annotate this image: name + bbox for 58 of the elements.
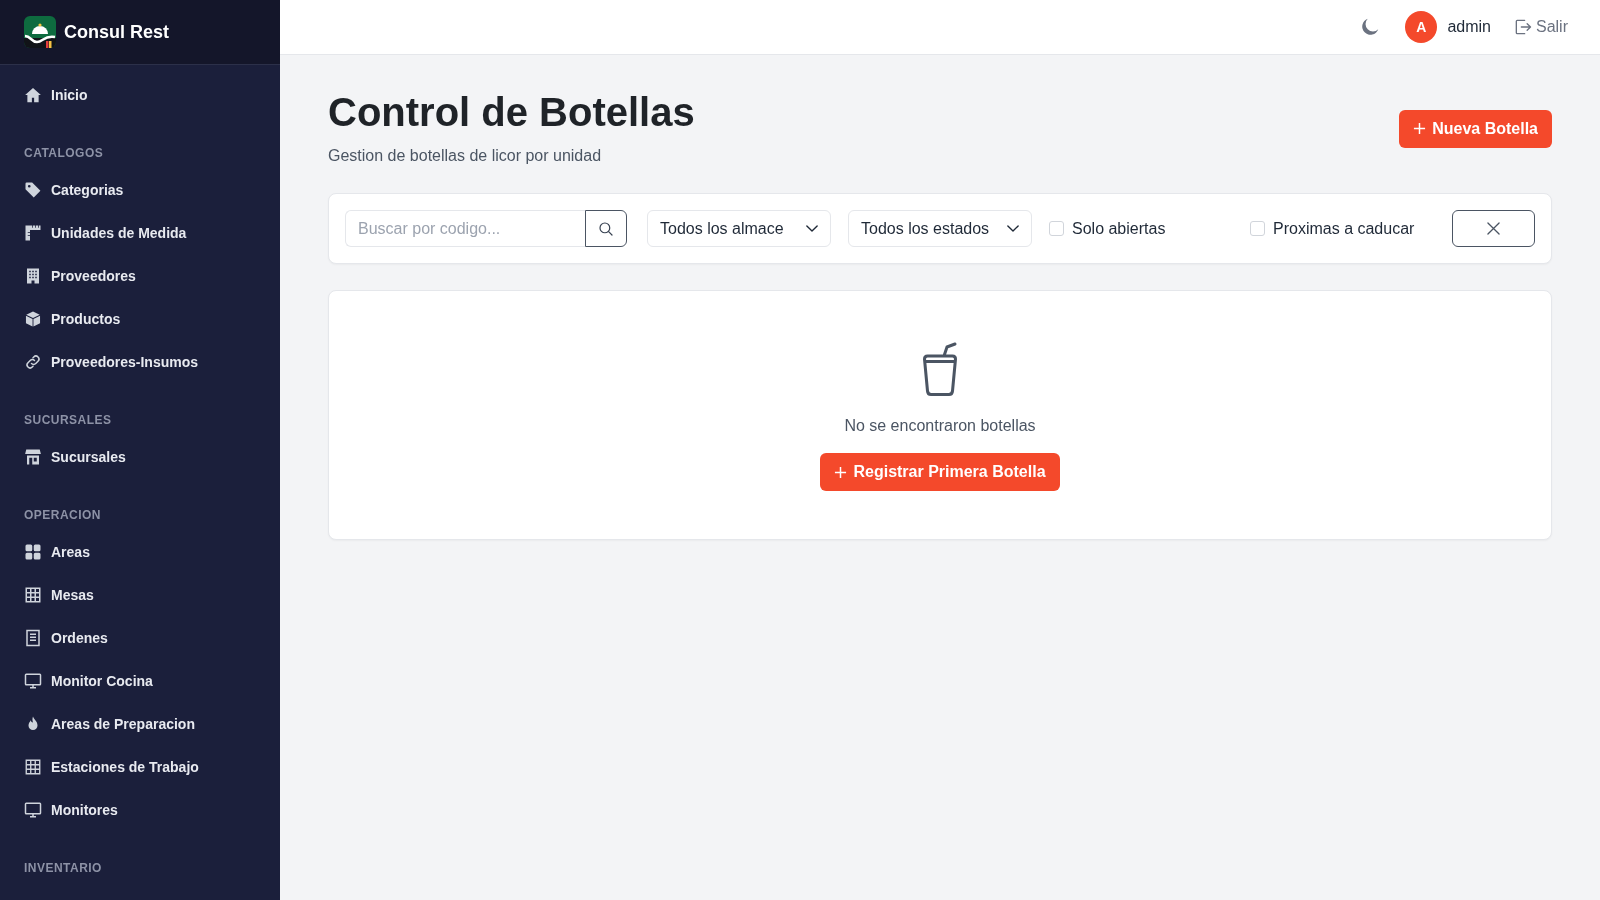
sidebar-item[interactable]: Mesas xyxy=(0,573,280,617)
sidebar-item[interactable]: Estaciones de Trabajo xyxy=(0,745,280,789)
sidebar-item[interactable]: Areas de Preparacion xyxy=(0,702,280,746)
empty-state-message: No se encontraron botellas xyxy=(844,416,1036,436)
sidebar-item[interactable]: Proveedores-Insumos xyxy=(0,340,280,384)
plus-icon xyxy=(834,465,848,479)
select-dropdown[interactable]: Todos los almace xyxy=(647,210,831,247)
checkbox[interactable] xyxy=(1049,221,1064,236)
user-name: admin xyxy=(1447,18,1491,36)
table-icon xyxy=(24,586,42,604)
page-subtitle: Gestion de botellas de licor por unidad xyxy=(328,146,603,166)
sidebar-item[interactable]: Monitores xyxy=(0,788,280,832)
sidebar-item[interactable]: Monitor Cocina xyxy=(0,659,280,703)
link-icon xyxy=(24,353,42,371)
checkbox[interactable] xyxy=(1250,221,1265,236)
page-title: Control de Botellas xyxy=(328,90,695,134)
store-icon xyxy=(24,448,42,466)
register-first-bottle-button[interactable]: Registrar Primera Botella xyxy=(820,453,1060,491)
checkbox-label: Solo abiertas xyxy=(1072,219,1166,238)
sidebar-item[interactable]: Areas xyxy=(0,530,280,574)
tag-icon xyxy=(24,181,42,199)
new-bottle-button[interactable]: Nueva Botella xyxy=(1399,109,1552,148)
squares-icon xyxy=(24,543,42,561)
checkbox-label: Proximas a caducar xyxy=(1273,219,1415,238)
grid-icon xyxy=(24,758,42,776)
section-heading: SUCURSALES xyxy=(23,412,113,428)
chevron-down-icon xyxy=(1007,225,1019,232)
box-icon xyxy=(24,310,42,328)
sidebar-item[interactable]: Inicio xyxy=(0,73,280,117)
sidebar-item[interactable]: Proveedores xyxy=(0,254,280,298)
search-field[interactable]: Buscar por codigo... xyxy=(345,210,585,247)
sidebar-item[interactable]: Productos xyxy=(0,297,280,341)
plus-icon xyxy=(1413,122,1427,135)
monitor-icon xyxy=(24,801,42,819)
cup-with-straw-icon xyxy=(920,342,960,396)
logout-button[interactable]: Salir xyxy=(1513,17,1568,37)
section-heading: INVENTARIO xyxy=(23,860,103,876)
sidebar-item[interactable]: Unidades de Medida xyxy=(0,211,280,255)
section-heading: OPERACION xyxy=(23,507,102,523)
list-icon xyxy=(24,629,42,647)
chevron-down-icon xyxy=(806,225,818,232)
ruler-icon xyxy=(24,224,42,242)
clear-filters-button[interactable] xyxy=(1452,210,1535,247)
building-icon xyxy=(24,267,42,285)
home-icon xyxy=(24,86,42,104)
logout-icon xyxy=(1513,17,1533,37)
search-button[interactable] xyxy=(585,210,627,247)
section-heading: CATALOGOS xyxy=(23,145,105,161)
select-dropdown[interactable]: Todos los estados xyxy=(848,210,1032,247)
search-icon xyxy=(597,219,615,238)
close-icon xyxy=(1487,222,1500,235)
brand-name: Consul Rest xyxy=(64,21,169,43)
monitor-icon xyxy=(24,672,42,690)
sidebar-item[interactable]: Categorias xyxy=(0,168,280,212)
sidebar-item[interactable]: Ordenes xyxy=(0,616,280,660)
user-avatar: A xyxy=(1405,11,1438,43)
sidebar-item[interactable]: Sucursales xyxy=(0,435,280,479)
logo-icon xyxy=(24,16,56,48)
